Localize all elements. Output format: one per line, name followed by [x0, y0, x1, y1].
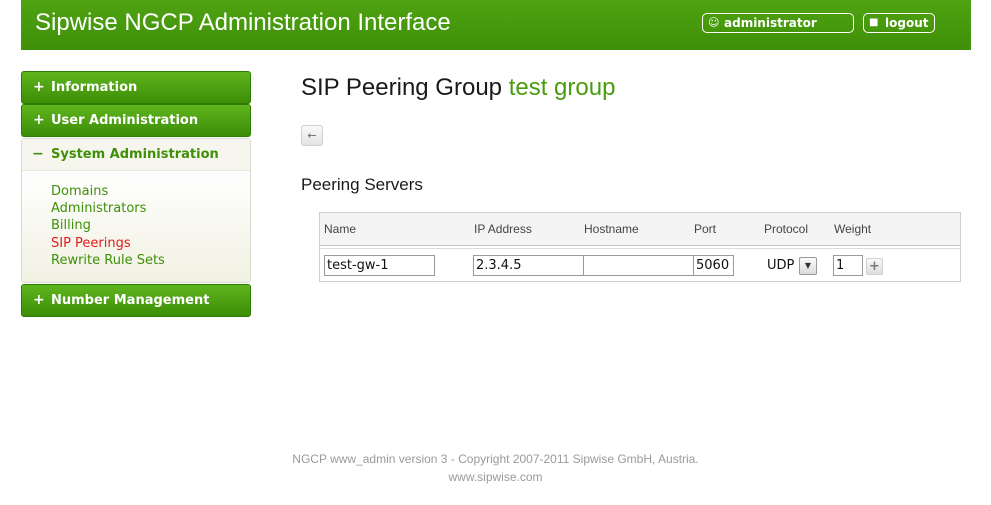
back-button[interactable]: ←	[301, 125, 323, 146]
nav-section-user-administration[interactable]: + User Administration	[21, 104, 251, 137]
footer-copyright: NGCP www_admin version 3 - Copyright 200…	[292, 452, 699, 466]
ip-address-input[interactable]: 2.3.4.5	[473, 255, 585, 276]
nav-section-system-administration: − System Administration Domains Administ…	[21, 138, 251, 283]
nav-item-rewrite-rule-sets[interactable]: Rewrite Rule Sets	[51, 253, 165, 269]
nav-item-domains[interactable]: Domains	[51, 184, 108, 200]
column-header-ip-address: IP Address	[474, 222, 532, 236]
section-title: Peering Servers	[301, 175, 423, 194]
nav-section-number-management[interactable]: + Number Management	[21, 284, 251, 317]
port-input[interactable]: 5060	[693, 255, 734, 276]
page: Sipwise NGCP Administration Interface ☺ …	[0, 0, 991, 505]
header-bar: Sipwise NGCP Administration Interface ☺ …	[21, 0, 971, 50]
app-title: Sipwise NGCP Administration Interface	[35, 9, 451, 36]
add-server-button[interactable]: +	[866, 258, 883, 275]
footer-link[interactable]: www.sipwise.com	[0, 470, 991, 484]
column-header-name: Name	[324, 222, 357, 236]
arrow-left-icon: ←	[307, 129, 317, 142]
nav-section-system-administration-header[interactable]: − System Administration	[22, 139, 250, 171]
server-name-input[interactable]: test-gw-1	[324, 255, 435, 276]
nav-section-information[interactable]: + Information	[21, 71, 251, 104]
user-box[interactable]: ☺ administrator	[702, 13, 854, 33]
page-title: SIP Peering Group test group	[301, 74, 615, 102]
chevron-down-icon: ▼	[799, 257, 817, 275]
nav-section-label: User Administration	[51, 113, 199, 128]
table-header: Name IP Address Hostname Port Protocol W…	[320, 213, 960, 246]
nav-item-billing[interactable]: Billing	[51, 218, 91, 234]
plus-sign: +	[33, 79, 45, 95]
column-header-hostname: Hostname	[584, 222, 639, 236]
plus-sign: +	[33, 292, 45, 308]
nav-section-label: Information	[51, 80, 138, 95]
logout-label: logout	[885, 16, 929, 30]
page-title-group-name: test group	[508, 74, 616, 101]
lock-icon: ■	[869, 17, 879, 28]
nav-section-items: Domains Administrators Billing SIP Peeri…	[22, 171, 250, 282]
logout-button[interactable]: ■ logout	[863, 13, 935, 33]
column-header-weight: Weight	[834, 222, 872, 236]
table-row: test-gw-1 2.3.4.5 5060 UDP ▼ 1 +	[320, 248, 960, 282]
plus-icon: +	[869, 259, 880, 274]
nav-section-label: System Administration	[51, 147, 219, 162]
page-title-prefix: SIP Peering Group	[301, 74, 503, 101]
nav-item-sip-peerings[interactable]: SIP Peerings	[51, 236, 131, 252]
user-name: administrator	[724, 16, 817, 30]
plus-sign: +	[33, 112, 45, 128]
minus-sign: −	[32, 146, 44, 162]
nav-item-administrators[interactable]: Administrators	[51, 201, 146, 217]
user-icon: ☺	[708, 16, 720, 29]
hostname-input[interactable]	[583, 255, 695, 276]
nav-section-label: Number Management	[51, 293, 210, 308]
protocol-select-value: UDP	[767, 258, 795, 273]
peering-servers-table: Name IP Address Hostname Port Protocol W…	[319, 212, 961, 282]
column-header-port: Port	[694, 222, 717, 236]
weight-input[interactable]: 1	[833, 255, 863, 276]
column-header-protocol: Protocol	[764, 222, 809, 236]
